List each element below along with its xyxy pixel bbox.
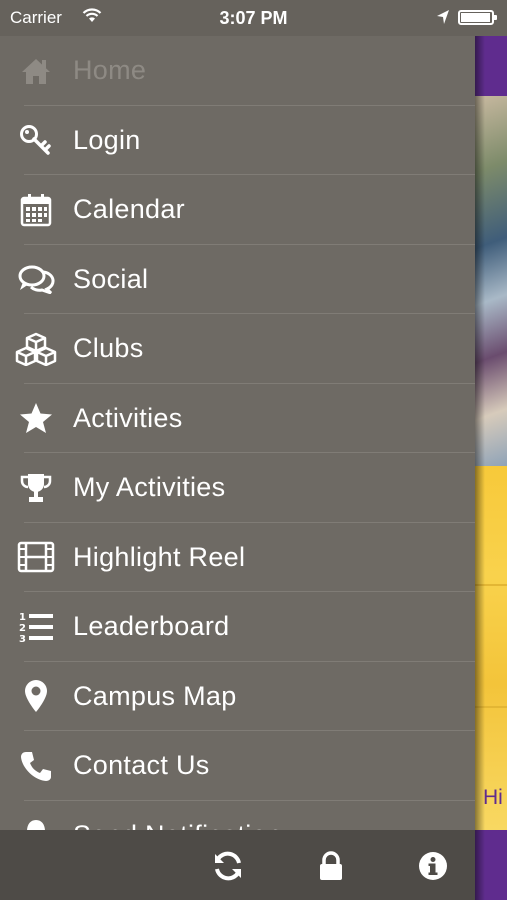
menu-item-label: Campus Map — [73, 680, 237, 711]
menu-item-send-notification[interactable]: Send Notification — [0, 801, 475, 830]
menu-item-label: Activities — [73, 402, 183, 433]
map-marker-icon — [14, 678, 58, 714]
star-icon — [14, 400, 58, 436]
battery-icon — [458, 10, 497, 25]
menu-item-label: Home — [73, 55, 147, 86]
phone-icon — [14, 748, 58, 784]
menu-item-label: Login — [73, 124, 141, 155]
trophy-icon — [14, 470, 58, 506]
lock-icon[interactable] — [314, 850, 348, 882]
menu-item-label: Highlight Reel — [73, 541, 246, 572]
menu-item-label: Clubs — [73, 333, 144, 364]
menu-item-leaderboard[interactable]: 123 Leaderboard — [0, 592, 475, 662]
key-icon — [14, 122, 58, 158]
location-arrow-icon — [436, 9, 450, 30]
info-icon[interactable] — [416, 850, 450, 882]
menu-item-label: Send Notification — [73, 820, 282, 830]
side-menu: Home Login Calendar Social Clubs Activit… — [0, 36, 475, 830]
main-content-peek[interactable]: Hi — [475, 0, 507, 900]
menu-item-label: Social — [73, 263, 149, 294]
menu-item-contact-us[interactable]: Contact Us — [0, 731, 475, 801]
menu-item-label: My Activities — [73, 472, 226, 503]
calendar-icon — [14, 192, 58, 228]
home-icon — [14, 53, 58, 89]
menu-item-label: Contact Us — [73, 750, 210, 781]
bell-icon — [14, 817, 58, 830]
battery-level — [461, 13, 490, 22]
numbered-list-icon: 123 — [14, 609, 58, 645]
menu-item-login[interactable]: Login — [0, 106, 475, 175]
film-icon — [14, 539, 58, 575]
menu-item-highlight-reel[interactable]: Highlight Reel — [0, 523, 475, 592]
menu-item-label: Calendar — [73, 194, 185, 225]
menu-item-clubs[interactable]: Clubs — [0, 314, 475, 384]
menu-item-my-activities[interactable]: My Activities — [0, 453, 475, 523]
menu-item-label: Leaderboard — [73, 611, 230, 642]
menu-item-activities[interactable]: Activities — [0, 384, 475, 453]
menu-shadow — [475, 0, 485, 900]
clock: 3:07 PM — [219, 8, 288, 28]
menu-item-campus-map[interactable]: Campus Map — [0, 662, 475, 731]
menu-item-social[interactable]: Social — [0, 245, 475, 314]
refresh-icon[interactable] — [211, 850, 245, 882]
cubes-icon — [14, 331, 58, 367]
svg-text:3: 3 — [19, 634, 26, 644]
bottom-toolbar — [0, 830, 475, 900]
partial-text: Hi — [483, 786, 503, 809]
menu-item-calendar[interactable]: Calendar — [0, 175, 475, 245]
svg-text:2: 2 — [19, 623, 26, 634]
svg-text:1: 1 — [19, 612, 26, 623]
status-bar: Carrier 3:07 PM — [0, 0, 507, 36]
chat-bubbles-icon — [14, 261, 58, 297]
menu-item-home[interactable]: Home — [0, 36, 475, 106]
